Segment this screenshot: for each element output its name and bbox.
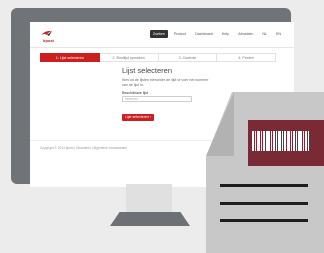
logo-icon[interactable]: bpost bbox=[40, 29, 62, 43]
barcode-icon bbox=[252, 131, 320, 151]
top-nav: Zoeken Product Dashboard Help Afmelden N… bbox=[149, 30, 284, 38]
nav-item-zoeken[interactable]: Zoeken bbox=[149, 30, 168, 38]
illustration: bpost Zoeken Product Dashboard Help Afme… bbox=[0, 0, 324, 253]
document-line bbox=[220, 219, 308, 222]
field-label: Beschikbare lijst bbox=[122, 91, 148, 96]
nav-item-help[interactable]: Help bbox=[219, 30, 232, 38]
nav-item-product[interactable]: Product bbox=[171, 30, 189, 38]
document-line bbox=[220, 184, 308, 187]
select-list-button[interactable]: Lijst selecteren › bbox=[122, 113, 155, 121]
page-description: Kies uit de lijsten hieronder de lijst o… bbox=[122, 78, 209, 87]
list-number-input[interactable]: Nummer bbox=[122, 96, 192, 103]
nav-item-lang-en[interactable]: EN bbox=[273, 30, 284, 38]
step-1-lijst-selecteren[interactable]: 1. Lijst selecteren bbox=[40, 53, 100, 62]
monitor-stand bbox=[110, 212, 190, 226]
site-header: bpost Zoeken Product Dashboard Help Afme… bbox=[30, 22, 294, 48]
footer-copyright: Copyright © 2014 bpost | Disclaimer | Al… bbox=[40, 146, 128, 150]
monitor-neck bbox=[126, 184, 172, 212]
nav-item-dashboard[interactable]: Dashboard bbox=[192, 30, 216, 38]
main-content: Lijst selecteren Kies uit de lijsten hie… bbox=[122, 66, 212, 123]
page-title: Lijst selecteren bbox=[122, 66, 173, 75]
nav-item-afmelden[interactable]: Afmelden bbox=[235, 30, 256, 38]
step-wizard: 1. Lijst selecteren 2. Bindlijst opmaken… bbox=[40, 53, 276, 62]
step-3-controle[interactable]: 3. Controle bbox=[158, 53, 218, 62]
logo-text: bpost bbox=[43, 38, 54, 43]
nav-item-lang-nl[interactable]: NL bbox=[259, 30, 270, 38]
step-4-printen[interactable]: 4. Printen bbox=[217, 53, 276, 62]
document-line bbox=[220, 202, 308, 205]
step-2-bindlijst[interactable]: 2. Bindlijst opmaken bbox=[99, 53, 159, 62]
